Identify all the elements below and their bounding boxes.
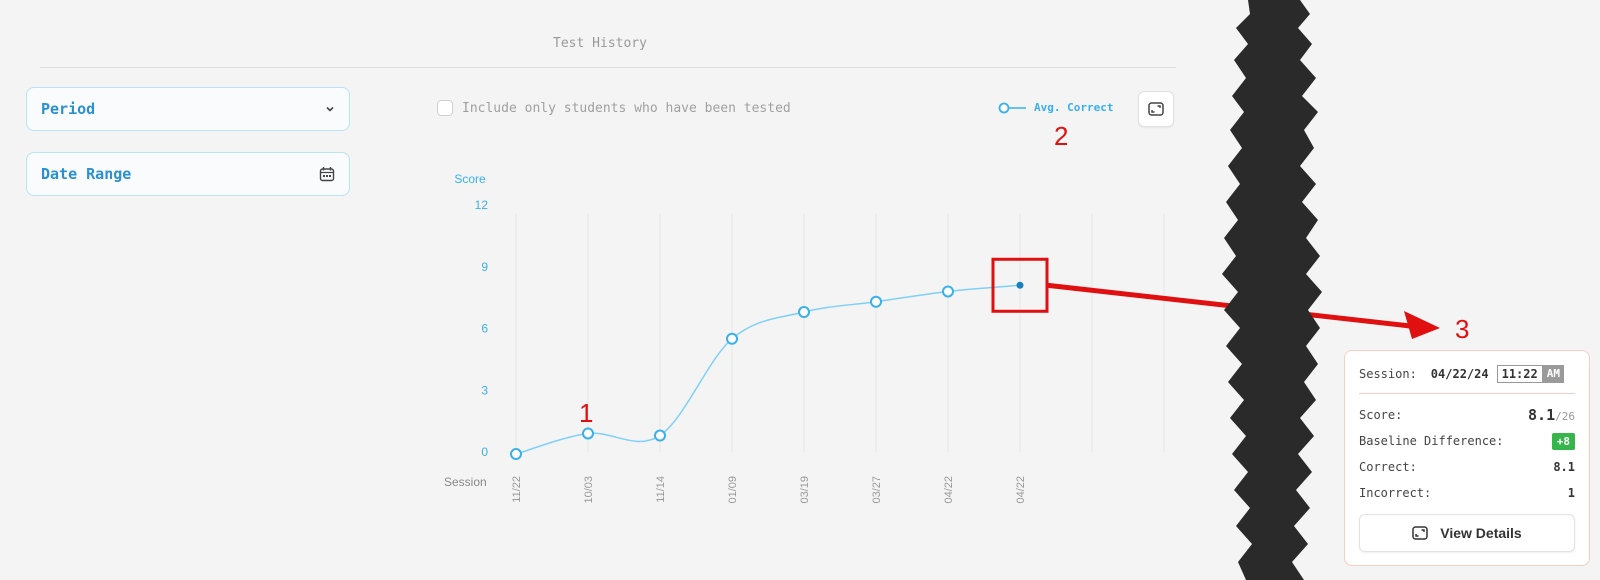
- view-details-button[interactable]: View Details: [1359, 514, 1575, 552]
- tooltip-session-row: Session: 04/22/24 11:22 AM: [1359, 363, 1575, 385]
- x-tick-label: 03/19: [799, 476, 811, 504]
- tooltip-incorrect-label: Incorrect:: [1359, 486, 1432, 500]
- x-tick-label: 04/22: [943, 476, 955, 504]
- x-tick-label: 11/22: [511, 476, 523, 503]
- x-tick-label: 03/27: [871, 476, 883, 504]
- tooltip-score-label: Score:: [1359, 408, 1403, 422]
- data-point: [942, 285, 954, 298]
- data-point: [654, 429, 666, 442]
- annotation-number-2: 2: [1054, 121, 1069, 151]
- tooltip-baseline-row: Baseline Difference: +8: [1359, 428, 1575, 454]
- view-details-label: View Details: [1440, 525, 1522, 541]
- torn-edge-shape: [1222, 0, 1322, 580]
- tooltip-incorrect-row: Incorrect: 1: [1359, 480, 1575, 506]
- expand-icon: [1412, 526, 1429, 540]
- tooltip-session-ampm: AM: [1542, 365, 1564, 383]
- x-tick-label: 04/22: [1015, 476, 1027, 504]
- tooltip-correct-label: Correct:: [1359, 460, 1417, 474]
- highlighted-data-point: [1016, 281, 1024, 289]
- tooltip-incorrect-value: 1: [1567, 486, 1575, 500]
- tooltip-divider: [1359, 393, 1575, 394]
- tooltip-session-time: 11:22: [1496, 365, 1543, 383]
- annotation-arrow-head: [1404, 311, 1440, 339]
- baseline-badge: +8: [1551, 432, 1575, 450]
- annotation-number-1: 1: [579, 398, 594, 428]
- y-tick-label: 0: [481, 445, 488, 459]
- data-point: [510, 448, 522, 461]
- data-point: [870, 295, 882, 308]
- x-tick-label: 01/09: [727, 476, 739, 504]
- annotation-number-3: 3: [1455, 314, 1470, 344]
- y-tick-label: 3: [481, 383, 488, 397]
- x-axis-title: Session: [444, 475, 487, 489]
- y-tick-label: 6: [481, 322, 488, 336]
- tooltip-session-date: 04/22/24: [1430, 367, 1489, 381]
- tooltip-session-label: Session:: [1359, 367, 1417, 381]
- tooltip-baseline-label: Baseline Difference:: [1359, 434, 1504, 448]
- data-point: [798, 306, 810, 319]
- tooltip-score-value: 8.1: [1528, 406, 1556, 424]
- y-axis-title: Score: [454, 172, 486, 186]
- y-tick-label: 9: [481, 260, 488, 274]
- x-tick-label: 10/03: [583, 476, 595, 504]
- tooltip-score-total: /26: [1555, 410, 1575, 423]
- session-tooltip: Session: 04/22/24 11:22 AM Score: 8.1/26…: [1344, 350, 1590, 566]
- tooltip-correct-row: Correct: 8.1: [1359, 454, 1575, 480]
- data-point: [582, 427, 594, 440]
- data-point: [726, 332, 738, 345]
- tooltip-correct-value: 8.1: [1553, 460, 1575, 474]
- y-tick-label: 12: [475, 198, 489, 212]
- x-tick-label: 11/14: [655, 476, 667, 503]
- tooltip-score-row: Score: 8.1/26: [1359, 402, 1575, 428]
